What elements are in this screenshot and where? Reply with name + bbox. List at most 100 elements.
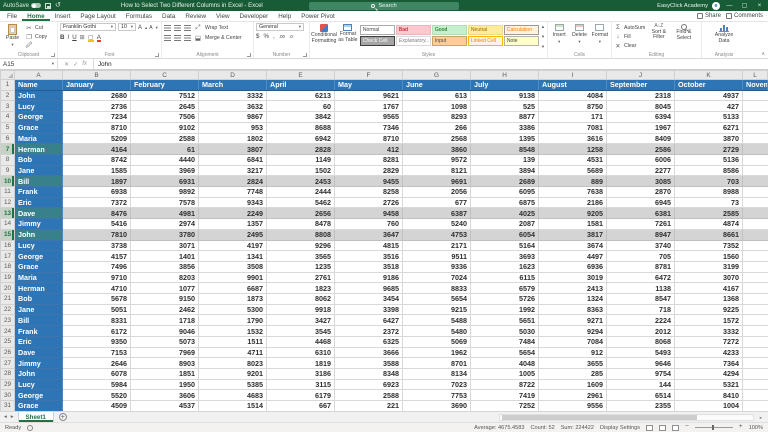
cell-C17[interactable]: 1401 — [131, 251, 199, 262]
cell-K27[interactable]: 7364 — [675, 358, 743, 369]
accessibility-icon[interactable] — [27, 425, 33, 431]
cell-H2[interactable]: 9138 — [471, 90, 539, 101]
cell-G3[interactable]: 1098 — [403, 101, 471, 112]
cell-H22[interactable]: 1992 — [471, 304, 539, 315]
cell-H11[interactable]: 6095 — [471, 187, 539, 198]
cell-G7[interactable]: 3860 — [403, 144, 471, 155]
cell-H16[interactable]: 5164 — [471, 240, 539, 251]
cell-J5[interactable]: 1967 — [607, 122, 675, 133]
cell-style-calculation[interactable]: Calculation — [504, 25, 539, 35]
cell-C23[interactable]: 1718 — [131, 315, 199, 326]
cell-D2[interactable]: 3332 — [199, 90, 267, 101]
cell-K20[interactable]: 4167 — [675, 283, 743, 294]
cell-H31[interactable]: 7252 — [471, 401, 539, 411]
font-size-select[interactable]: 10▾ — [118, 23, 136, 31]
cell-D16[interactable]: 4197 — [199, 240, 267, 251]
cell-G20[interactable]: 8833 — [403, 283, 471, 294]
cell-D31[interactable]: 1514 — [199, 401, 267, 411]
name-box[interactable]: A15 ▾ — [0, 59, 58, 69]
cell-E23[interactable]: 3427 — [267, 315, 335, 326]
cell-G17[interactable]: 9511 — [403, 251, 471, 262]
zoom-out-icon[interactable]: − — [685, 424, 689, 431]
cell-F5[interactable]: 7346 — [335, 122, 403, 133]
cell-J1[interactable]: September — [607, 80, 675, 91]
cell-L15[interactable] — [743, 229, 768, 240]
row-header-3[interactable]: 3 — [1, 101, 15, 112]
cell-J12[interactable]: 6945 — [607, 197, 675, 208]
row-header-5[interactable]: 5 — [1, 122, 15, 133]
cell-C5[interactable]: 9102 — [131, 122, 199, 133]
cell-C14[interactable]: 2974 — [131, 219, 199, 230]
cell-B20[interactable]: 4710 — [63, 283, 131, 294]
column-header-b[interactable]: B — [63, 71, 131, 80]
cell-F13[interactable]: 9458 — [335, 208, 403, 219]
cell-I16[interactable]: 3674 — [539, 240, 607, 251]
cell-A8[interactable]: Bob — [15, 154, 63, 165]
cell-L1[interactable]: November — [743, 80, 768, 91]
cell-L27[interactable] — [743, 358, 768, 369]
cell-A20[interactable]: Herman — [15, 283, 63, 294]
cell-J28[interactable]: 9754 — [607, 368, 675, 379]
cell-H17[interactable]: 3693 — [471, 251, 539, 262]
cell-L6[interactable] — [743, 133, 768, 144]
font-color-button[interactable]: A — [97, 34, 101, 42]
number-dialog-launcher[interactable] — [303, 53, 307, 57]
cell-D14[interactable]: 1357 — [199, 219, 267, 230]
cell-L9[interactable] — [743, 165, 768, 176]
cell-G8[interactable]: 9572 — [403, 154, 471, 165]
wrap-text-button[interactable]: Wrap Text — [205, 25, 228, 31]
cell-E16[interactable]: 9296 — [267, 240, 335, 251]
cell-K16[interactable]: 7352 — [675, 240, 743, 251]
cell-E8[interactable]: 1149 — [267, 154, 335, 165]
cell-G13[interactable]: 6387 — [403, 208, 471, 219]
cell-E27[interactable]: 1819 — [267, 358, 335, 369]
cell-I30[interactable]: 2961 — [539, 390, 607, 401]
decrease-decimal-button[interactable]: .0 — [289, 34, 293, 39]
font-dialog-launcher[interactable] — [155, 53, 159, 57]
cell-A5[interactable]: Grace — [15, 122, 63, 133]
cell-style-bad[interactable]: Bad — [396, 25, 431, 35]
cell-E22[interactable]: 9918 — [267, 304, 335, 315]
format-painter-button[interactable]: 🖉 — [25, 42, 47, 50]
number-format-select[interactable]: General▾ — [256, 23, 304, 31]
cell-J22[interactable]: 718 — [607, 304, 675, 315]
cell-I3[interactable]: 8750 — [539, 101, 607, 112]
zoom-slider[interactable] — [695, 427, 733, 428]
row-header-18[interactable]: 18 — [1, 261, 15, 272]
cell-H5[interactable]: 3386 — [471, 122, 539, 133]
cell-H20[interactable]: 6579 — [471, 283, 539, 294]
cell-L20[interactable] — [743, 283, 768, 294]
cell-L29[interactable] — [743, 379, 768, 390]
cell-D15[interactable]: 2495 — [199, 229, 267, 240]
clear-button[interactable]: ✕Clear — [614, 42, 645, 50]
cell-B29[interactable]: 5984 — [63, 379, 131, 390]
shrink-font-button[interactable]: A▾ — [149, 23, 158, 32]
cell-K30[interactable]: 8410 — [675, 390, 743, 401]
display-settings-button[interactable]: Display Settings — [600, 425, 640, 431]
borders-button[interactable]: ⊞ — [80, 34, 85, 41]
cell-E29[interactable]: 3115 — [267, 379, 335, 390]
cell-C1[interactable]: February — [131, 80, 199, 91]
cell-H30[interactable]: 7419 — [471, 390, 539, 401]
cell-H1[interactable]: July — [471, 80, 539, 91]
cell-B18[interactable]: 7496 — [63, 261, 131, 272]
cell-A26[interactable]: Dave — [15, 347, 63, 358]
cut-button[interactable]: ✂Cut — [25, 24, 47, 32]
copy-button[interactable]: ❐Copy — [25, 33, 47, 41]
cell-D24[interactable]: 1532 — [199, 326, 267, 337]
cell-A2[interactable]: John — [15, 90, 63, 101]
cell-A9[interactable]: Jane — [15, 165, 63, 176]
cell-H24[interactable]: 5030 — [471, 326, 539, 337]
cell-J13[interactable]: 6381 — [607, 208, 675, 219]
cell-I18[interactable]: 6936 — [539, 261, 607, 272]
select-all-corner[interactable] — [1, 71, 15, 80]
cell-A18[interactable]: Grace — [15, 261, 63, 272]
cell-B10[interactable]: 1897 — [63, 176, 131, 187]
cell-E9[interactable]: 1502 — [267, 165, 335, 176]
cell-F8[interactable]: 8281 — [335, 154, 403, 165]
cell-F29[interactable]: 6923 — [335, 379, 403, 390]
cell-I19[interactable]: 3019 — [539, 272, 607, 283]
cell-J10[interactable]: 3085 — [607, 176, 675, 187]
autosum-button[interactable]: ΣAutoSum — [614, 24, 645, 32]
cell-A27[interactable]: Jimmy — [15, 358, 63, 369]
